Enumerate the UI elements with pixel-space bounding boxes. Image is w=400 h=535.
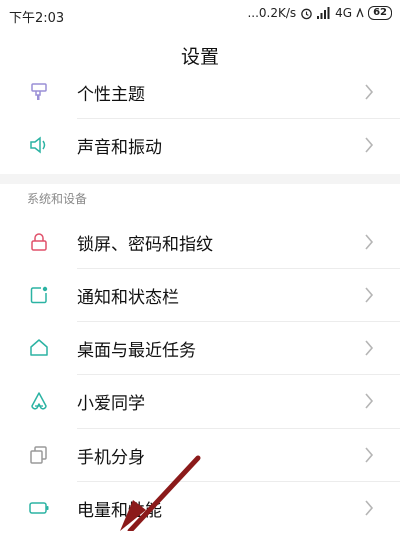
settings-item-label: 小爱同学	[77, 393, 145, 414]
settings-item-desktop[interactable]: 桌面与最近任务	[0, 321, 400, 375]
settings-item-label: 手机分身	[77, 447, 145, 468]
settings-item-xiaoai[interactable]: 小爱同学	[0, 374, 400, 428]
xiaoai-icon	[27, 389, 51, 413]
battery-performance-icon	[27, 496, 51, 520]
settings-item-label: 通知和状态栏	[77, 287, 179, 308]
theme-brush-icon	[27, 80, 51, 104]
second-space-icon	[27, 443, 51, 467]
settings-item-notifications[interactable]: 通知和状态栏	[0, 268, 400, 322]
alarm-icon	[301, 8, 312, 19]
status-time: 下午2:03	[9, 11, 65, 26]
lock-icon	[27, 230, 51, 254]
home-icon	[27, 336, 51, 360]
settings-item-label: 锁屏、密码和指纹	[77, 234, 213, 255]
settings-item-label: 桌面与最近任务	[77, 340, 196, 361]
signal-icon	[317, 7, 330, 19]
wifi-icon	[356, 8, 364, 18]
notification-icon	[27, 283, 51, 307]
settings-item-second-space[interactable]: 手机分身	[0, 428, 400, 482]
chevron-right-icon	[365, 137, 374, 153]
chevron-right-icon	[365, 447, 374, 463]
settings-item-label: 声音和振动	[77, 137, 162, 158]
settings-item-theme[interactable]: 个性主题	[0, 65, 400, 119]
settings-item-sound[interactable]: 声音和振动	[0, 118, 400, 172]
status-icons: ...0.2K/s 4G 62	[247, 6, 392, 20]
section-title: 系统和设备	[27, 192, 88, 206]
network-type: 4G	[335, 6, 353, 20]
settings-item-label: 个性主题	[77, 84, 145, 105]
status-bar: 下午2:03 ...0.2K/s 4G 62	[0, 0, 400, 30]
settings-item-label: 电量和性能	[77, 500, 162, 521]
chevron-right-icon	[365, 84, 374, 100]
chevron-right-icon	[365, 340, 374, 356]
chevron-right-icon	[365, 287, 374, 303]
settings-item-lockscreen[interactable]: 锁屏、密码和指纹	[0, 215, 400, 269]
speaker-icon	[27, 133, 51, 157]
net-speed: ...0.2K/s	[247, 6, 297, 20]
chevron-right-icon	[365, 500, 374, 516]
chevron-right-icon	[365, 234, 374, 250]
settings-item-battery[interactable]: 电量和性能	[0, 481, 400, 535]
chevron-right-icon	[365, 393, 374, 409]
section-separator	[0, 174, 400, 184]
battery-icon: 62	[368, 6, 392, 20]
